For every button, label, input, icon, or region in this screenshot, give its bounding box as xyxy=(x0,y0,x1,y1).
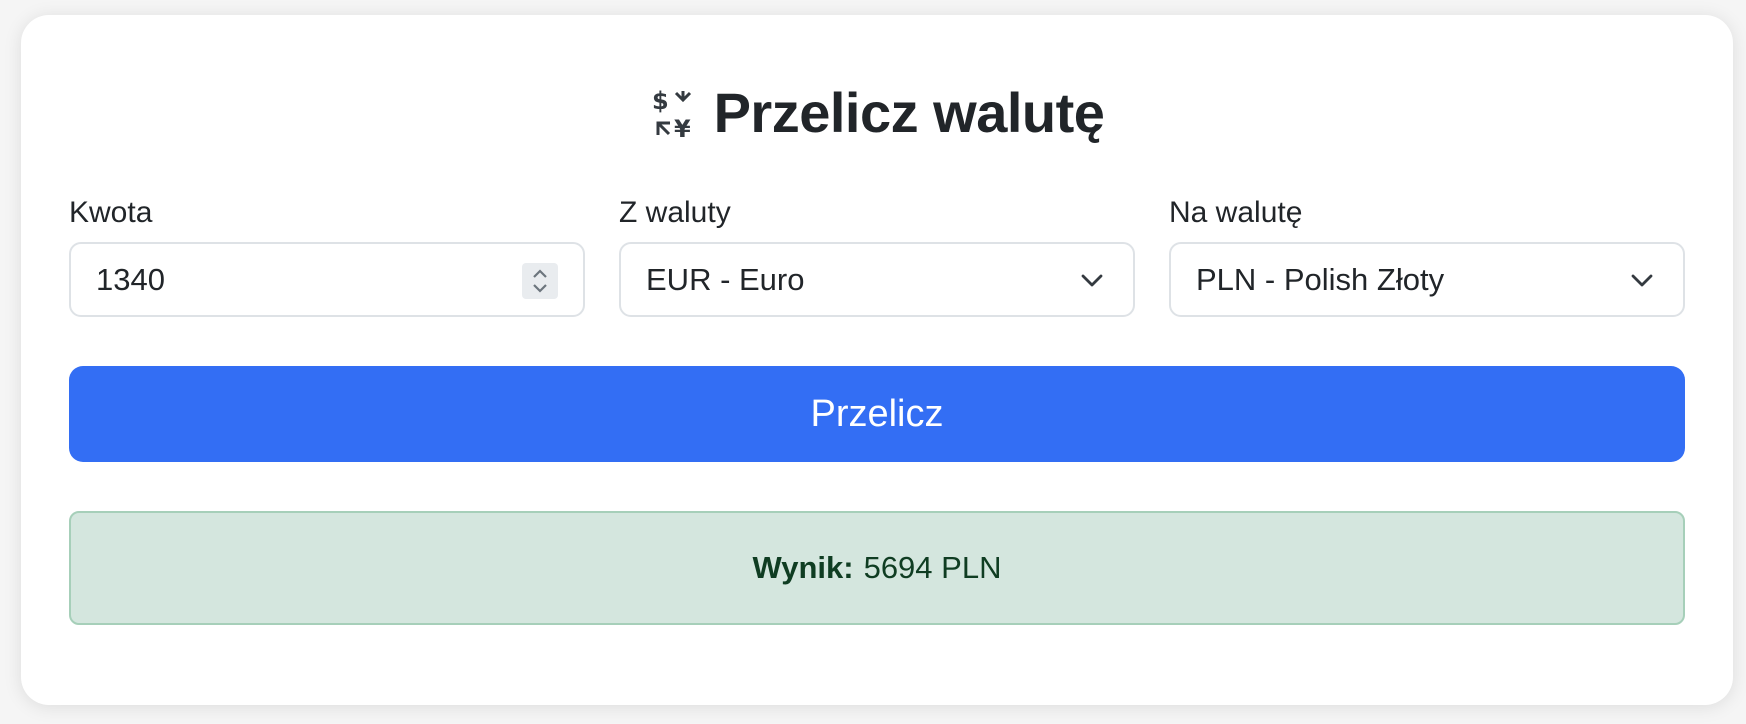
convert-button[interactable]: Przelicz xyxy=(69,366,1685,462)
amount-value: 1340 xyxy=(96,261,165,297)
to-currency-label: Na walutę xyxy=(1169,196,1303,229)
from-currency-label: Z waluty xyxy=(619,196,731,229)
svg-text:¥: ¥ xyxy=(674,115,691,139)
chevron-down-icon xyxy=(1081,274,1103,287)
currency-exchange-icon: $ ¥ xyxy=(650,87,698,143)
to-currency-value: PLN - Polish Złoty xyxy=(1196,261,1445,297)
from-currency-value: EUR - Euro xyxy=(646,261,805,297)
to-currency-select[interactable]: PLN - Polish Złoty xyxy=(1169,242,1685,317)
result-value: 5694 PLN xyxy=(863,550,1002,585)
converter-card: $ ¥ Przelicz walutę Kwota 1340 Z waluty … xyxy=(21,15,1733,705)
from-currency-select[interactable]: EUR - Euro xyxy=(619,242,1135,317)
number-spinner[interactable] xyxy=(522,263,558,299)
page-title: Przelicz walutę xyxy=(713,81,1105,144)
result-label: Wynik: xyxy=(752,550,854,585)
amount-input[interactable]: 1340 xyxy=(69,242,585,317)
spinner-arrows-icon xyxy=(533,269,547,293)
chevron-down-icon xyxy=(1631,274,1653,287)
svg-text:$: $ xyxy=(652,87,669,115)
result-alert: Wynik: 5694 PLN xyxy=(69,511,1685,625)
amount-label: Kwota xyxy=(69,196,153,229)
page-header: $ ¥ Przelicz walutę xyxy=(21,73,1733,153)
